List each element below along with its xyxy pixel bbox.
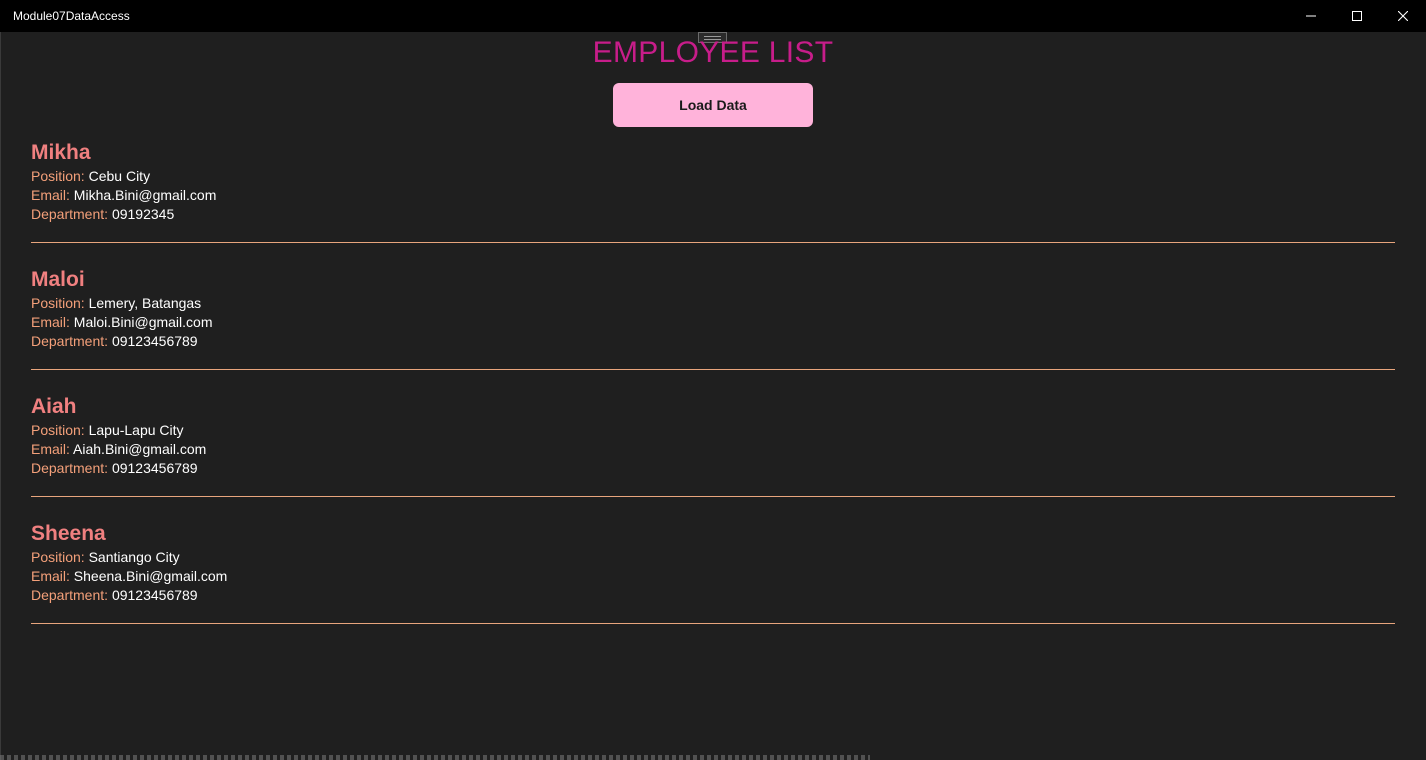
scrolled-text-artifact: [0, 755, 870, 760]
email-label: Email:: [31, 568, 70, 584]
position-value: Cebu City: [88, 168, 151, 184]
employee-position: Position: Lapu-Lapu City: [31, 421, 184, 439]
employee-list: Mikha Position: Cebu City Email: Mikha.B…: [31, 140, 1395, 648]
divider: [31, 242, 1395, 243]
divider: [31, 496, 1395, 497]
email-value: Sheena.Bini@gmail.com: [73, 568, 228, 584]
position-label: Position:: [31, 422, 85, 438]
employee-position: Position: Santiango City: [31, 548, 180, 566]
employee-department: Department: 09123456789: [31, 459, 198, 477]
department-label: Department:: [31, 333, 109, 349]
position-value: Santiango City: [88, 549, 180, 565]
minimize-icon: [1306, 15, 1316, 17]
department-value: 09192345: [111, 206, 175, 222]
employee-department: Department: 09192345: [31, 205, 174, 223]
load-data-button[interactable]: Load Data: [613, 83, 813, 127]
department-label: Department:: [31, 587, 109, 603]
department-value: 09123456789: [111, 460, 198, 476]
department-value: 09123456789: [111, 333, 198, 349]
employee-department: Department: 09123456789: [31, 586, 198, 604]
email-value: Maloi.Bini@gmail.com: [73, 314, 213, 330]
close-icon: [1398, 11, 1408, 21]
position-label: Position:: [31, 295, 85, 311]
employee-name: Mikha: [31, 141, 91, 164]
employee-department: Department: 09123456789: [31, 332, 198, 350]
position-label: Position:: [31, 549, 85, 565]
close-button[interactable]: [1380, 0, 1426, 32]
employee-email: Email: Mikha.Bini@gmail.com: [31, 186, 216, 204]
email-label: Email:: [31, 441, 70, 457]
email-label: Email:: [31, 187, 70, 203]
employee-email: Email: Sheena.Bini@gmail.com: [31, 567, 227, 585]
minimize-button[interactable]: [1288, 0, 1334, 32]
employee-item: Aiah Position: Lapu-Lapu City Email: Aia…: [31, 394, 1395, 521]
divider: [31, 623, 1395, 624]
email-value: Mikha.Bini@gmail.com: [73, 187, 217, 203]
employee-item: Maloi Position: Lemery, Batangas Email: …: [31, 267, 1395, 394]
app-window: Module07DataAccess EMPLOYEE LIST Load Da…: [0, 0, 1426, 760]
department-label: Department:: [31, 460, 109, 476]
position-value: Lapu-Lapu City: [88, 422, 184, 438]
page-title: EMPLOYEE LIST: [592, 36, 834, 69]
employee-email: Email: Maloi.Bini@gmail.com: [31, 313, 213, 331]
position-label: Position:: [31, 168, 85, 184]
employee-item: Sheena Position: Santiango City Email: S…: [31, 521, 1395, 648]
title-bar[interactable]: Module07DataAccess: [0, 0, 1426, 32]
email-value: Aiah.Bini@gmail.com: [73, 441, 207, 457]
maximize-button[interactable]: [1334, 0, 1380, 32]
employee-name: Maloi: [31, 268, 85, 291]
employee-position: Position: Lemery, Batangas: [31, 294, 201, 312]
department-value: 09123456789: [111, 587, 198, 603]
maximize-icon: [1352, 11, 1362, 21]
employee-name: Aiah: [31, 395, 77, 418]
position-value: Lemery, Batangas: [88, 295, 202, 311]
employee-position: Position: Cebu City: [31, 167, 150, 185]
department-label: Department:: [31, 206, 109, 222]
window-edge: [0, 32, 1, 760]
employee-name: Sheena: [31, 522, 106, 545]
employee-email: Email: Aiah.Bini@gmail.com: [31, 440, 206, 458]
divider: [31, 369, 1395, 370]
employee-item: Mikha Position: Cebu City Email: Mikha.B…: [31, 140, 1395, 267]
window-title: Module07DataAccess: [13, 9, 130, 23]
email-label: Email:: [31, 314, 70, 330]
